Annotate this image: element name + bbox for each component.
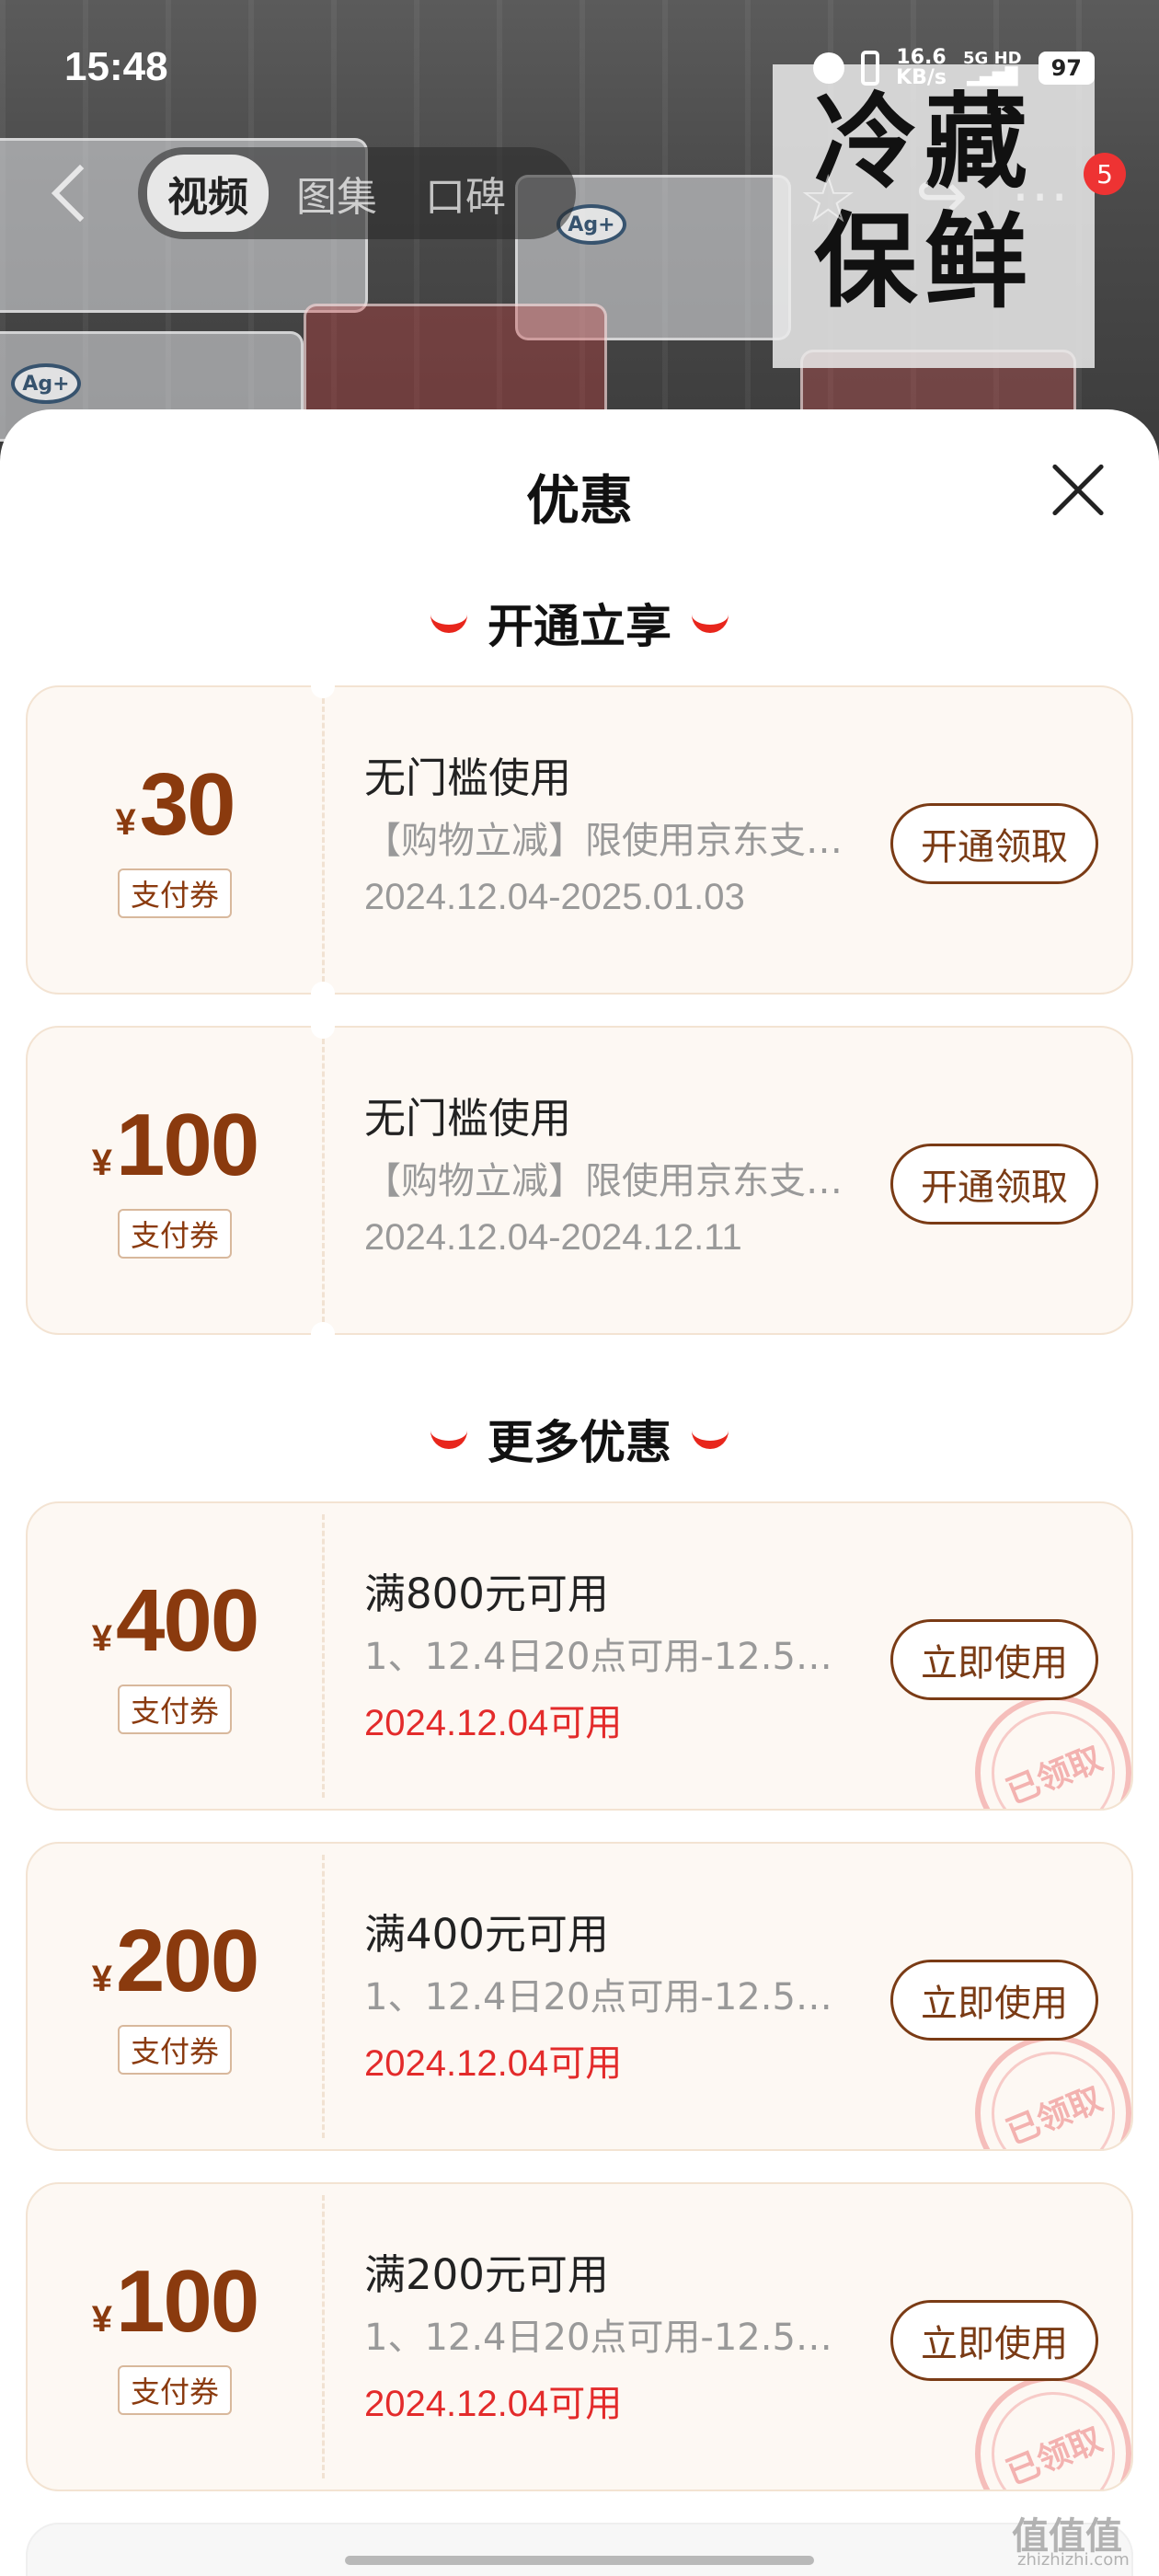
vibrate-icon	[861, 51, 880, 86]
speed-value: 16.6	[896, 46, 947, 69]
coupon-type-wrap: 支付券	[28, 1028, 322, 1337]
network-type: 5G HD	[963, 49, 1022, 68]
coupon-date: 2024.12.04-2024.12.11	[364, 1217, 742, 1258]
signal-bars-icon: ▂▄▆█	[967, 67, 1018, 86]
coupon-type: 支付券	[117, 1685, 233, 1734]
top-nav: 视频 图集 口碑 ☆ ↪ ··· 5	[0, 147, 1159, 248]
tab-gallery[interactable]: 图集	[276, 155, 397, 232]
share-icon[interactable]: ↪	[915, 164, 968, 230]
coupon-type-wrap: 支付券	[28, 1503, 322, 1809]
back-icon[interactable]	[51, 164, 109, 223]
status-icons: 16.6 KB/s 5G HD ▂▄▆█ 97	[813, 48, 1095, 88]
favorite-star-icon[interactable]: ☆	[798, 166, 858, 232]
coupon-type-wrap: 支付券	[28, 1844, 322, 2149]
watermark-site: zhizhizhi.com	[1017, 2550, 1130, 2570]
coupon-date: 2024.12.04-2025.01.03	[364, 877, 745, 917]
coupon-sheet: 优惠 开通立享 ¥30 支付券 无门槛使用 【购物立减】限使用京东支… 2024…	[0, 409, 1159, 2576]
activate-claim-button[interactable]: 开通领取	[890, 1144, 1098, 1225]
coupon-desc: 【购物立减】限使用京东支…	[364, 820, 843, 862]
home-gesture-bar[interactable]	[345, 2556, 814, 2565]
divider	[322, 698, 325, 982]
coupon-type: 支付券	[117, 1209, 233, 1259]
section-header-membership: 开通立享	[0, 590, 1159, 656]
coupon-title: 满400元可用	[364, 1910, 609, 1959]
coupon-desc: 1、12.4日20点可用-12.5…	[364, 1976, 832, 2018]
smile-decoration-icon	[692, 613, 729, 633]
coupon-date: 2024.12.04可用	[364, 1703, 623, 1743]
use-now-button[interactable]: 立即使用	[890, 2300, 1098, 2381]
more-icon[interactable]: ···	[1012, 166, 1070, 230]
ag-label: Ag+	[11, 363, 81, 404]
coupon-date: 2024.12.04可用	[364, 2043, 623, 2084]
coupon-type: 支付券	[117, 2365, 233, 2415]
coupon-card: ¥100 支付券 无门槛使用 【购物立减】限使用京东支… 2024.12.04-…	[26, 1015, 1133, 1346]
coupon-title: 无门槛使用	[364, 1094, 572, 1143]
divider	[322, 2195, 325, 2478]
divider	[322, 1514, 325, 1798]
coupon-card: ¥400 支付券 满800元可用 1、12.4日20点可用-12.5… 2024…	[26, 1501, 1133, 1811]
divider	[322, 1039, 325, 1322]
section-header-more: 更多优惠	[0, 1406, 1159, 1472]
network-speed: 16.6 KB/s	[896, 48, 947, 88]
coupon-card: ¥200 支付券 满400元可用 1、12.4日20点可用-12.5… 2024…	[26, 1842, 1133, 2151]
section-title: 开通立享	[488, 600, 671, 653]
coupon-card: ¥100 支付券 满200元可用 1、12.4日20点可用-12.5… 2024…	[26, 2182, 1133, 2491]
speed-unit: KB/s	[896, 66, 947, 89]
tab-video[interactable]: 视频	[147, 155, 269, 232]
section-title: 更多优惠	[488, 1416, 671, 1469]
close-icon[interactable]	[1049, 461, 1107, 520]
use-now-button[interactable]: 立即使用	[890, 1619, 1098, 1700]
coupon-title: 无门槛使用	[364, 753, 572, 802]
notification-badge: 5	[1084, 153, 1126, 195]
status-bar: 15:48 16.6 KB/s 5G HD ▂▄▆█ 97	[0, 0, 1159, 138]
divider	[322, 1855, 325, 2138]
smile-decoration-icon	[430, 613, 467, 633]
tab-reviews[interactable]: 口碑	[405, 155, 526, 232]
next-card-peek	[26, 2523, 1133, 2576]
coupon-desc: 1、12.4日20点可用-12.5…	[364, 1636, 832, 1678]
sheet-title: 优惠	[525, 469, 633, 532]
coupon-type: 支付券	[117, 868, 233, 918]
status-time: 15:48	[64, 44, 168, 89]
alarm-icon	[813, 52, 845, 84]
coupon-card: ¥30 支付券 无门槛使用 【购物立减】限使用京东支… 2024.12.04-2…	[26, 674, 1133, 1006]
signal-icon: 5G HD ▂▄▆█	[963, 50, 1022, 86]
smile-decoration-icon	[430, 1429, 467, 1449]
coupon-desc: 1、12.4日20点可用-12.5…	[364, 2317, 832, 2359]
battery-icon: 97	[1038, 52, 1095, 85]
coupon-desc: 【购物立减】限使用京东支…	[364, 1160, 843, 1202]
coupon-type-wrap: 支付券	[28, 2184, 322, 2490]
coupon-type: 支付券	[117, 2025, 233, 2075]
coupon-date: 2024.12.04可用	[364, 2384, 623, 2424]
use-now-button[interactable]: 立即使用	[890, 1960, 1098, 2041]
media-tabs: 视频 图集 口碑	[138, 147, 576, 239]
coupon-type-wrap: 支付券	[28, 687, 322, 996]
smile-decoration-icon	[692, 1429, 729, 1449]
coupon-title: 满800元可用	[364, 1570, 609, 1618]
activate-claim-button[interactable]: 开通领取	[890, 803, 1098, 884]
coupon-title: 满200元可用	[364, 2250, 609, 2299]
